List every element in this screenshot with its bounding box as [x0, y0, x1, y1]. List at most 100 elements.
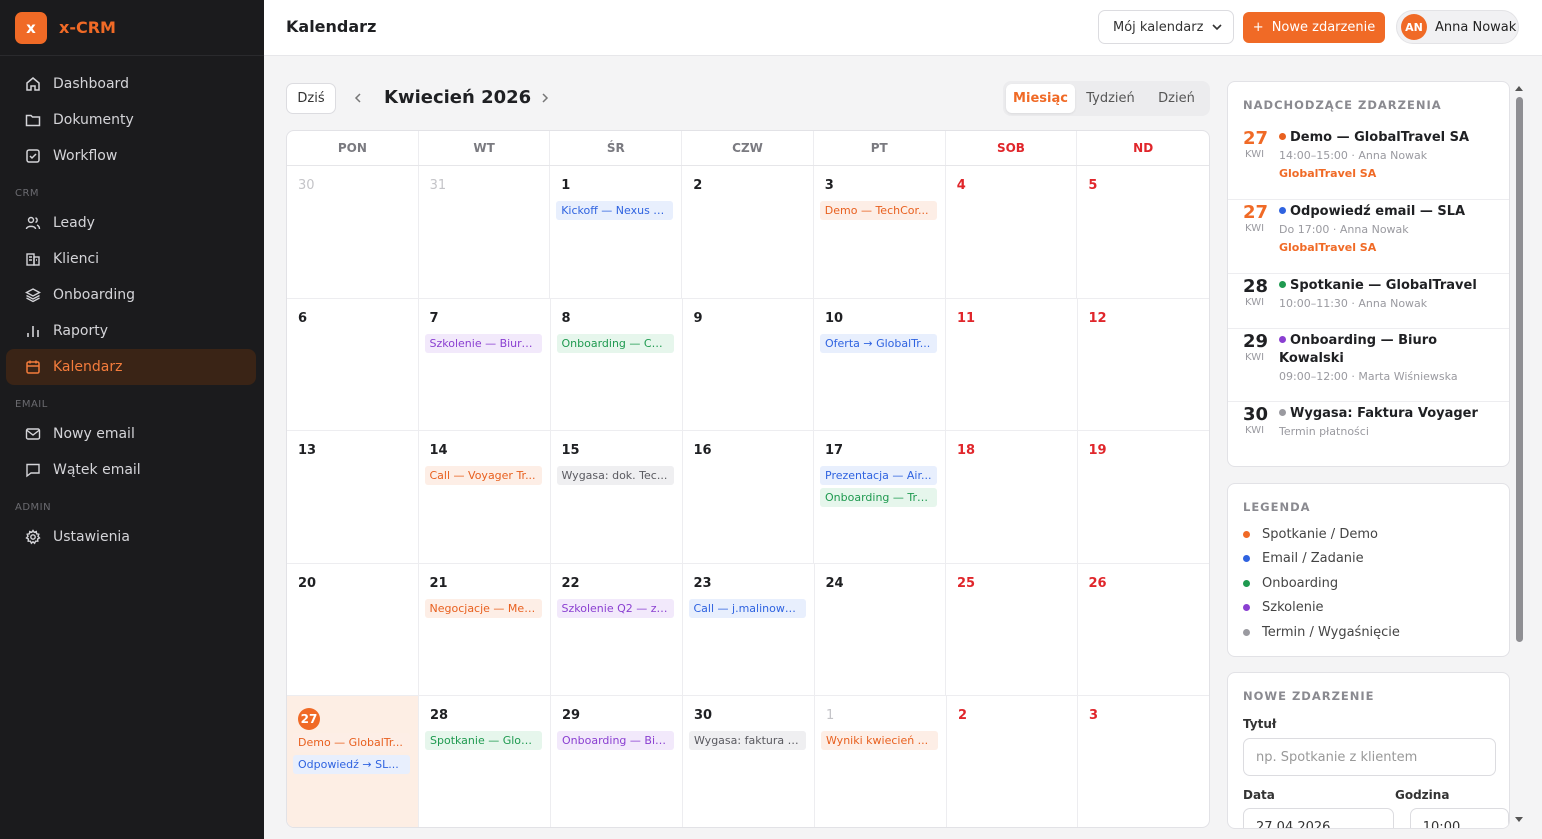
- new-event-button[interactable]: + Nowe zdarzenie: [1243, 12, 1385, 43]
- event-title-input[interactable]: np. Spotkanie z klientem: [1243, 738, 1496, 776]
- upcoming-event-item[interactable]: 29 KWI Onboarding — Biuro Kowalski 09:00…: [1228, 329, 1509, 402]
- calendar-event[interactable]: Spotkanie — Glob...: [425, 731, 542, 751]
- calendar-event[interactable]: Wygasa: faktura V...: [689, 731, 806, 751]
- calendar-day[interactable]: 15 Wygasa: dok. Tec...: [551, 431, 683, 563]
- calendar-day[interactable]: 4: [946, 166, 1078, 298]
- calendar-select[interactable]: Mój kalendarz: [1098, 10, 1234, 44]
- calendar-event[interactable]: Szkolenie — Biuro ...: [424, 333, 542, 353]
- calendar-day[interactable]: 1 Wyniki kwiecień ...: [815, 696, 947, 827]
- upcoming-event-item[interactable]: 27 KWI Odpowiedź email — SLA Do 17:00 · …: [1228, 200, 1509, 274]
- calendar-event[interactable]: Odpowiedź → SL...: [293, 755, 410, 775]
- calendar-day[interactable]: 11: [946, 298, 1078, 431]
- calendar-day[interactable]: 24: [815, 563, 946, 696]
- calendar-event[interactable]: Prezentacja — Air...: [820, 466, 937, 486]
- calendar-day[interactable]: 7 Szkolenie — Biuro ...: [419, 298, 551, 431]
- calendar-event[interactable]: Onboarding — Tra...: [820, 488, 937, 508]
- prev-month-button[interactable]: [348, 88, 368, 108]
- calendar-event[interactable]: Wyniki kwiecień ...: [821, 731, 938, 751]
- calendar-day[interactable]: 18: [946, 431, 1078, 563]
- brand-name[interactable]: x-CRM: [59, 18, 116, 37]
- upcoming-event-item[interactable]: 30 KWI Wygasa: Faktura Voyager Termin pł…: [1228, 402, 1509, 454]
- next-month-button[interactable]: [535, 88, 555, 108]
- view-month-button[interactable]: Miesiąc: [1006, 84, 1075, 113]
- calendar-event[interactable]: Wygasa: dok. Tec...: [556, 466, 674, 486]
- sidebar-item-dashboard[interactable]: Dashboard: [6, 66, 256, 102]
- time-input[interactable]: 10:00: [1409, 808, 1509, 828]
- sidebar-item-workflow[interactable]: Workflow: [6, 138, 256, 174]
- sidebar-item-onboarding[interactable]: Onboarding: [6, 277, 256, 313]
- upcoming-day: 28: [1243, 276, 1269, 297]
- sidebar-item-nowy-email[interactable]: Nowy email: [6, 416, 256, 452]
- legend-dot: [1243, 530, 1250, 538]
- calendar-day[interactable]: 12: [1078, 299, 1210, 431]
- sidebar-item-dokumenty[interactable]: Dokumenty: [6, 102, 256, 138]
- view-day-button[interactable]: Dzień: [1146, 84, 1207, 113]
- user-menu[interactable]: AN Anna Nowak: [1396, 10, 1519, 44]
- calendar-day[interactable]: 2: [947, 696, 1078, 827]
- calendar-day[interactable]: 9: [683, 298, 814, 431]
- sidebar-item-klienci[interactable]: Klienci: [6, 241, 256, 277]
- calendar-day[interactable]: 23 Call — j.malinows...: [683, 563, 815, 696]
- calendar-day[interactable]: 26: [1078, 564, 1210, 696]
- sidebar-item-ustawienia[interactable]: Ustawienia: [6, 519, 256, 555]
- upcoming-event-title-text: Wygasa: Faktura Voyager: [1290, 406, 1478, 421]
- calendar-day[interactable]: 8 Onboarding — Co...: [551, 298, 683, 431]
- calendar-day[interactable]: 5: [1077, 166, 1209, 298]
- upcoming-event-title: Spotkanie — GlobalTravel: [1279, 277, 1495, 295]
- sidebar: x x-CRM Dashboard Dokumenty Workflow CRM: [0, 0, 264, 839]
- calendar-day[interactable]: 16: [683, 431, 814, 563]
- calendar-event[interactable]: Onboarding — Co...: [556, 333, 674, 353]
- calendar-day[interactable]: 20: [287, 563, 419, 696]
- calendar-event[interactable]: Oferta → GlobalTr...: [820, 333, 937, 353]
- sidebar-item-watek-email[interactable]: Wątek email: [6, 452, 256, 488]
- upcoming-event-client[interactable]: GlobalTravel SA: [1279, 165, 1495, 182]
- right-panel-scrollbar[interactable]: [1513, 83, 1525, 825]
- month-calendar: PON WT ŚR CZW PT SOB ND 30 31 1 Kickoff — Nexus E…: [286, 130, 1210, 828]
- calendar-day[interactable]: 3: [1078, 696, 1209, 827]
- upcoming-event-item[interactable]: 28 KWI Spotkanie — GlobalTravel 10:00–11…: [1228, 274, 1509, 329]
- upcoming-event-item[interactable]: 27 KWI Demo — GlobalTravel SA 14:00–15:0…: [1228, 126, 1509, 200]
- calendar-day[interactable]: 2: [682, 166, 814, 298]
- date-input[interactable]: 27.04.2026: [1243, 808, 1394, 828]
- upcoming-body: Demo — GlobalTravel SA 14:00–15:00 · Ann…: [1279, 129, 1495, 199]
- calendar-day[interactable]: 14 Call — Voyager Tr...: [419, 431, 551, 563]
- calendar-event[interactable]: Kickoff — Nexus E...: [556, 201, 674, 220]
- calendar-day[interactable]: 22 Szkolenie Q2 — ze...: [551, 563, 683, 696]
- brand-logo[interactable]: x: [15, 11, 47, 44]
- day-number: 8: [561, 310, 571, 326]
- calendar-day[interactable]: 1 Kickoff — Nexus E...: [550, 166, 683, 298]
- today-button[interactable]: Dziś: [286, 83, 336, 114]
- upcoming-event-client[interactable]: GlobalTravel SA: [1279, 239, 1495, 256]
- calendar-day[interactable]: 10 Oferta → GlobalTr...: [814, 298, 946, 431]
- calendar-day[interactable]: 31: [419, 166, 551, 298]
- calendar-day[interactable]: 17 Prezentacja — Air... Onboarding — Tra..…: [814, 431, 946, 563]
- calendar-day[interactable]: 19: [1078, 431, 1210, 563]
- sidebar-item-leady[interactable]: Leady: [6, 205, 256, 241]
- sidebar-nav: Dashboard Dokumenty Workflow CRM Leady K…: [0, 56, 264, 555]
- calendar-event[interactable]: Demo — TechCor...: [819, 201, 937, 220]
- calendar-event[interactable]: Call — j.malinows...: [688, 598, 806, 618]
- sidebar-item-raporty[interactable]: Raporty: [6, 313, 256, 349]
- scroll-thumb[interactable]: [1516, 97, 1523, 642]
- calendar-day[interactable]: 28 Spotkanie — Glob...: [419, 696, 551, 827]
- nav-section-email: EMAIL: [15, 399, 48, 410]
- calendar-day[interactable]: 13: [287, 431, 419, 563]
- calendar-day[interactable]: 29 Onboarding — Biu...: [551, 696, 683, 827]
- calendar-event[interactable]: Call — Voyager Tr...: [424, 466, 542, 486]
- view-week-button[interactable]: Tydzień: [1075, 84, 1146, 113]
- calendar-event[interactable]: Negocjacje — Mer...: [424, 598, 542, 618]
- calendar-day[interactable]: 6: [287, 298, 419, 431]
- calendar-day[interactable]: 3 Demo — TechCor...: [814, 166, 946, 298]
- calendar-day[interactable]: 30 Wygasa: faktura V...: [683, 696, 815, 827]
- upcoming-month: KWI: [1245, 352, 1265, 363]
- calendar-event[interactable]: Demo — GlobalTr...: [293, 733, 410, 753]
- calendar-event[interactable]: Szkolenie Q2 — ze...: [556, 598, 674, 618]
- calendar-day[interactable]: 25: [946, 563, 1078, 696]
- calendar-day-today[interactable]: 27 Demo — GlobalTr... Odpowiedź → SL...: [287, 696, 419, 827]
- sidebar-item-kalendarz[interactable]: Kalendarz: [6, 349, 256, 385]
- calendar-event[interactable]: Onboarding — Biu...: [557, 731, 674, 751]
- event-color-dot: [1279, 336, 1286, 343]
- day-number: 29: [562, 708, 581, 724]
- calendar-day[interactable]: 30: [287, 166, 419, 298]
- calendar-day[interactable]: 21 Negocjacje — Mer...: [419, 563, 551, 696]
